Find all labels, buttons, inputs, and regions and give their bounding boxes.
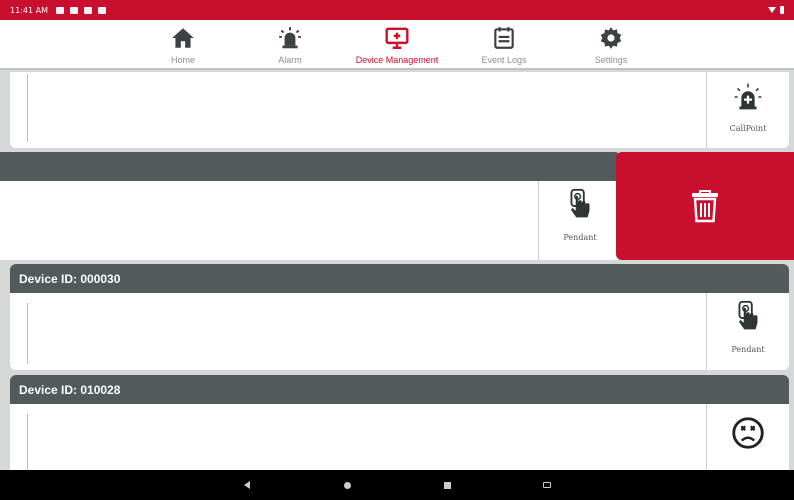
- device-type-cell: [706, 404, 789, 470]
- system-navigation-bar: [0, 470, 794, 500]
- nav-alarm-label: Alarm: [278, 55, 302, 65]
- notification-icons: [55, 6, 106, 14]
- nav-device-management[interactable]: Device Management: [344, 20, 451, 68]
- device-management-icon: [385, 27, 409, 49]
- back-button[interactable]: [197, 481, 297, 489]
- pendant-icon: [738, 300, 758, 330]
- delete-button[interactable]: [616, 152, 794, 260]
- nav-settings[interactable]: Settings: [558, 20, 665, 68]
- divider: [27, 303, 28, 364]
- device-list[interactable]: CallPoint Pendant Device ID: 000030 Pend…: [0, 72, 794, 470]
- nav-alarm[interactable]: Alarm: [237, 20, 344, 68]
- device-card[interactable]: CallPoint: [10, 72, 789, 148]
- recents-button[interactable]: [397, 481, 497, 489]
- alarm-icon: [279, 27, 301, 49]
- nav-settings-label: Settings: [594, 55, 628, 65]
- keyboard-button[interactable]: [497, 482, 597, 488]
- top-navigation: Home Alarm Device Management Event Logs …: [0, 20, 794, 70]
- home-icon: [172, 28, 194, 48]
- device-type-label: Pendant: [731, 345, 765, 354]
- device-card[interactable]: Device ID: 000030 Pendant: [10, 264, 789, 370]
- image-notification-icon: [55, 6, 64, 14]
- recents-icon: [443, 481, 451, 489]
- delete-icon: [692, 190, 718, 223]
- unknown-face-icon: [732, 417, 764, 449]
- status-time: 11:41 AM: [10, 5, 48, 15]
- screen-notification-icon: [83, 6, 92, 14]
- divider: [27, 414, 28, 470]
- divider: [27, 74, 28, 142]
- nav-event-logs-label: Event Logs: [481, 55, 527, 65]
- nav-home-label: Home: [170, 55, 195, 65]
- pendant-icon: [570, 188, 590, 218]
- nav-home[interactable]: Home: [130, 20, 237, 68]
- device-card[interactable]: Pendant: [0, 152, 621, 260]
- settings-icon: [600, 27, 622, 49]
- wifi-icon: [768, 7, 776, 13]
- device-type-cell: Pendant: [538, 181, 621, 260]
- device-type-cell: CallPoint: [706, 72, 789, 148]
- event-logs-icon: [494, 27, 514, 49]
- back-icon: [244, 481, 250, 489]
- device-header: Device ID: 010028: [10, 375, 789, 404]
- home-circle-icon: [343, 481, 351, 489]
- device-header: [0, 152, 621, 181]
- status-bar: 11:41 AM: [0, 0, 794, 20]
- app-notification-icon: [69, 6, 78, 14]
- nav-device-management-label: Device Management: [355, 55, 439, 65]
- keyboard-icon: [543, 482, 551, 488]
- alert-notification-icon: [97, 6, 106, 14]
- home-button[interactable]: [297, 481, 397, 489]
- device-type-label: CallPoint: [729, 124, 767, 133]
- swiped-device-row[interactable]: Pendant: [0, 152, 794, 260]
- device-card[interactable]: Device ID: 010028: [10, 375, 789, 470]
- device-header: Device ID: 000030: [10, 264, 789, 293]
- battery-icon: [780, 6, 784, 14]
- device-type-label: Pendant: [563, 233, 597, 242]
- nav-event-logs[interactable]: Event Logs: [451, 20, 558, 68]
- device-type-cell: Pendant: [706, 293, 789, 370]
- callpoint-icon: [734, 83, 762, 110]
